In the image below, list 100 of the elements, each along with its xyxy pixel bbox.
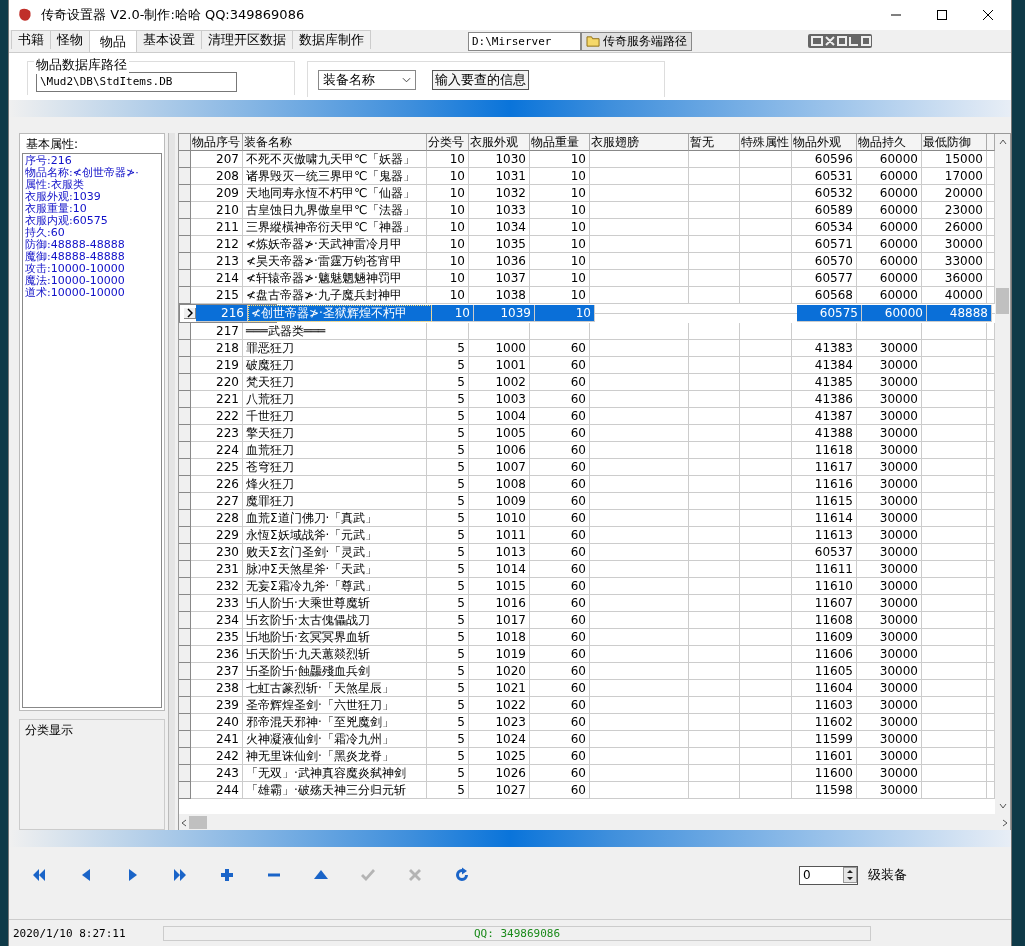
property-line: 属性:衣服类 [25,179,84,191]
database-path-field[interactable]: \Mud2\DB\StdItems.DB [36,72,237,92]
table-cell [922,663,987,680]
column-header[interactable]: 衣服外观 [469,134,530,151]
table-cell: 10 [427,253,469,270]
tab[interactable]: 基本设置 [136,30,202,49]
table-cell: 1006 [469,442,530,459]
table-cell: 60 [530,425,590,442]
column-header[interactable]: 物品持久 [857,134,922,151]
table-cell: 11608 [792,612,857,629]
column-header[interactable]: 物品重量 [530,134,590,151]
maximize-icon[interactable] [937,10,947,20]
table-cell: ≮盘古帝器≯·九子魔兵封神甲 [243,287,427,304]
table-cell: 10 [427,202,469,219]
close-icon[interactable] [983,10,993,20]
table-cell [922,612,987,629]
search-field-dropdown[interactable]: 装备名称 [318,69,416,90]
property-line: 魔御:48888-48888 [25,251,126,263]
table-cell [689,340,740,357]
scroll-right-icon[interactable] [1000,817,1010,828]
panel-title: 基本属性: [25,136,80,153]
tab[interactable]: 书籍 [11,30,51,49]
table-cell: 60 [530,782,590,799]
table-cell: 60000 [857,270,922,287]
level-spinner[interactable]: 0 [799,865,858,885]
table-cell: 10 [427,236,469,253]
scroll-thumb[interactable] [189,816,207,829]
table-cell: 卐天阶卐·九天蕙燚烈斩 [243,646,427,663]
row-header[interactable] [184,308,196,319]
table-cell [922,510,987,527]
table-cell: 30000 [857,391,922,408]
tab[interactable]: 数据库制作 [292,30,371,49]
column-header[interactable]: 最低防御 [922,134,987,151]
table-cell: 10 [530,185,590,202]
table-cell [689,527,740,544]
table-cell: 5 [427,544,469,561]
property-line: 衣服重量:10 [25,203,88,215]
table-cell [740,663,792,680]
last-icon[interactable] [172,867,188,883]
table-cell [689,323,740,340]
table-cell: 223 [191,425,243,442]
table-cell [922,323,987,340]
table-cell [689,408,740,425]
scroll-down-icon[interactable] [997,801,1008,811]
tab[interactable]: 物品 [89,30,137,52]
plus-icon[interactable] [219,867,235,883]
table-cell: 30000 [922,236,987,253]
column-header[interactable]: 物品外观 [792,134,857,151]
table-cell: 古皇蚀日九界傲皇甲℃「法器」 [243,202,427,219]
tab[interactable]: 怪物 [50,30,90,49]
column-header[interactable]: 特殊属性 [740,134,792,151]
tab[interactable]: 清理开区数据 [201,30,293,49]
first-icon[interactable] [31,867,47,883]
table-cell: 1010 [469,510,530,527]
search-button[interactable]: 输入要查的信息 [432,69,529,90]
table-cell [689,493,740,510]
refresh-icon[interactable] [454,867,470,883]
table-cell: 60 [530,408,590,425]
scroll-left-icon[interactable] [179,817,189,828]
table-cell: 10 [530,287,590,304]
table-cell [689,287,740,304]
column-header[interactable]: 暂无 [689,134,740,151]
scroll-thumb[interactable] [996,288,1009,314]
path-field[interactable]: D:\Mirserver [468,31,581,51]
table-cell: 5 [427,731,469,748]
table-cell [689,663,740,680]
table-cell: 邪帝混天邪神·「至兇魔剑」 [243,714,427,731]
table-cell: 无妄Σ霜冷九斧·「尊武」 [243,578,427,595]
table-cell [689,202,740,219]
table-cell [922,391,987,408]
column-header[interactable]: 装备名称 [243,134,427,151]
scroll-up-icon[interactable] [997,137,1008,147]
table-cell: 1007 [469,459,530,476]
column-header[interactable]: 物品序号 [191,134,243,151]
spin-arrows-icon [843,867,857,883]
table-cell: 60000 [862,305,927,322]
table-cell: 30000 [857,765,922,782]
table-cell: 11600 [792,765,857,782]
logo-icon [808,33,872,49]
table-cell [740,493,792,510]
table-cell: 30000 [857,731,922,748]
table-cell [689,544,740,561]
table-cell: 226 [191,476,243,493]
column-header[interactable]: 分类号 [427,134,469,151]
table-cell: 60 [530,612,590,629]
table-cell: 30000 [857,595,922,612]
table-cell: 236 [191,646,243,663]
vertical-scrollbar[interactable] [995,134,1010,814]
table-cell [689,442,740,459]
column-header[interactable]: 衣服翅膀 [590,134,689,151]
table-cell: 30000 [857,714,922,731]
table-cell [689,595,740,612]
table-cell: 30000 [857,697,922,714]
table-cell: 11611 [792,561,857,578]
table-cell: 222 [191,408,243,425]
column-header[interactable] [987,134,995,151]
table-cell [740,680,792,697]
server-path-button[interactable]: 传奇服务端路径 [581,31,692,51]
table-cell: 5 [427,527,469,544]
table-cell: 1017 [469,612,530,629]
